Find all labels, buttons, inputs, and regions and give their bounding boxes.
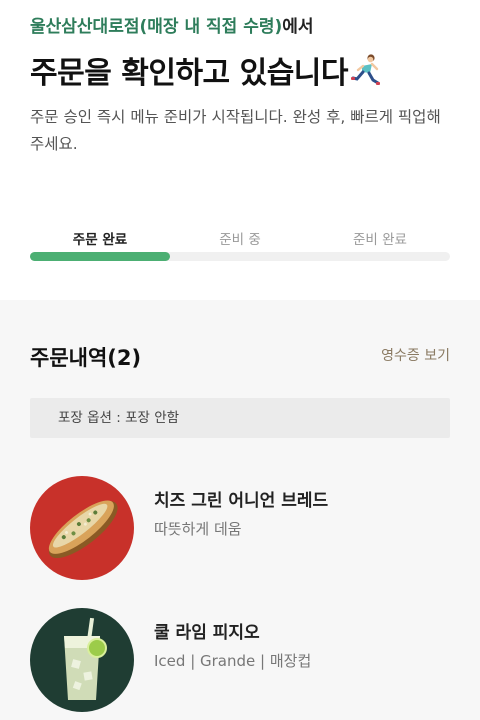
status-description: 주문 승인 즉시 메뉴 준비가 시작됩니다. 완성 후, 빠르게 픽업해 주세요… bbox=[30, 108, 441, 153]
item-name: 치즈 그린 어니언 브레드 bbox=[154, 491, 329, 511]
progress-track bbox=[30, 252, 450, 261]
order-status-header: 울산삼산대로점(매장 내 직접 수령)에서 주문을 확인하고 있습니다 주문 승… bbox=[0, 0, 480, 300]
running-woman-icon bbox=[351, 54, 380, 85]
status-headline: 주문을 확인하고 있습니다 bbox=[30, 48, 382, 92]
progress-fill bbox=[30, 252, 170, 261]
headline-text: 주문을 확인하고 있습니다 bbox=[30, 56, 349, 91]
order-progress: 주문 완료 준비 중 준비 완료 bbox=[30, 228, 450, 268]
bread-image bbox=[30, 476, 134, 580]
packaging-option: 포장 옵션 : 포장 안함 bbox=[30, 398, 450, 438]
step-preparing: 준비 중 bbox=[219, 232, 261, 248]
order-item: 쿨 라임 피지오 Iced | Grande | 매장컵 bbox=[30, 608, 450, 712]
order-details: 주문내역(2) 영수증 보기 포장 옵션 : 포장 안함 치즈 그린 어니언 브… bbox=[0, 300, 480, 720]
store-line: 울산삼산대로점(매장 내 직접 수령)에서 bbox=[30, 12, 314, 37]
item-option: 따뜻하게 데움 bbox=[154, 520, 242, 538]
item-option: Iced | Grande | 매장컵 bbox=[154, 652, 312, 670]
item-name: 쿨 라임 피지오 bbox=[154, 623, 260, 643]
order-list-title: 주문내역(2) bbox=[30, 346, 142, 370]
store-suffix: 에서 bbox=[282, 17, 314, 37]
view-receipt-link[interactable]: 영수증 보기 bbox=[381, 345, 450, 365]
lime-drink-image bbox=[30, 608, 134, 712]
store-name: 울산삼산대로점(매장 내 직접 수령) bbox=[30, 17, 283, 37]
step-order-complete: 주문 완료 bbox=[72, 232, 128, 248]
order-item: 치즈 그린 어니언 브레드 따뜻하게 데움 bbox=[30, 476, 450, 580]
step-ready: 준비 완료 bbox=[353, 232, 407, 248]
